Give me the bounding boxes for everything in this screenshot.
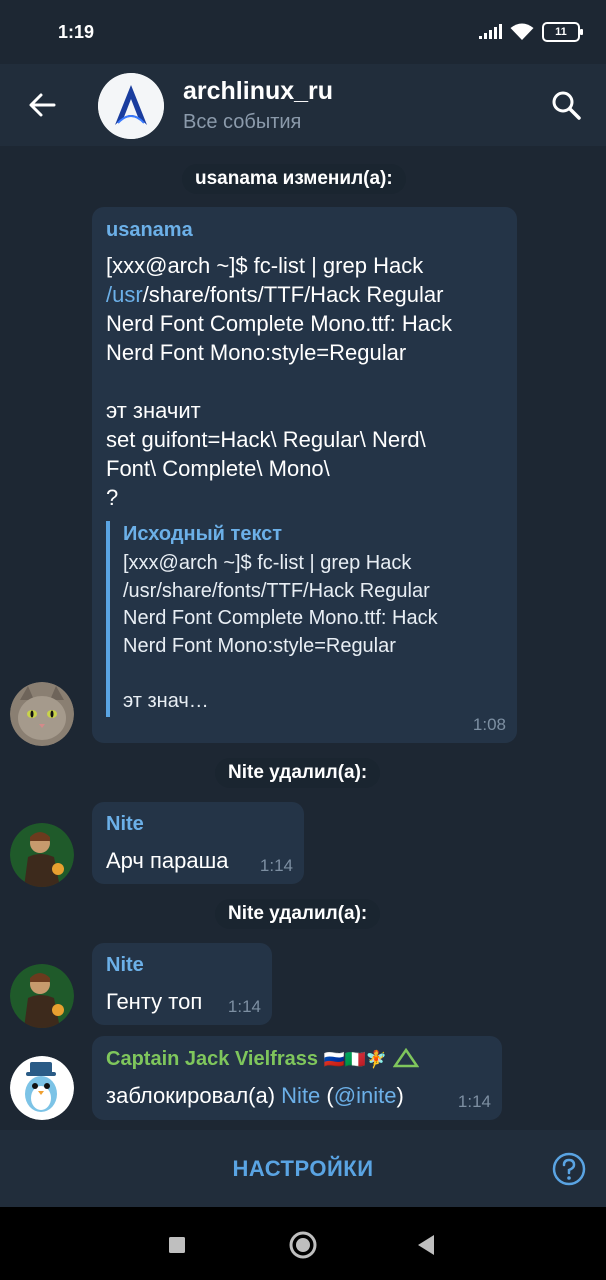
- wifi-icon: [510, 23, 534, 40]
- target-handle-link[interactable]: @inite: [334, 1083, 397, 1108]
- avatar-nite[interactable]: [10, 964, 74, 1028]
- message-bubble[interactable]: usanama [xxx@arch ~]$ fc-list | grep Hac…: [92, 207, 517, 743]
- message-bubble[interactable]: Nite Арч параша 1:14: [92, 802, 304, 884]
- signal-icon: [479, 24, 502, 39]
- message-line: [xxx@arch ~]$ fc-list | grep Hack: [106, 253, 424, 278]
- help-icon[interactable]: [552, 1152, 586, 1186]
- message-time: 1:14: [227, 997, 261, 1016]
- recents-icon[interactable]: [159, 1227, 195, 1263]
- message-line: Nerd Font Complete Mono.ttf: Hack: [106, 311, 453, 336]
- path-rest: /share/fonts/TTF/Hack Regular: [142, 282, 444, 307]
- penguin-avatar-icon: [10, 1056, 74, 1120]
- chat-avatar[interactable]: [98, 73, 164, 139]
- message-sender[interactable]: Nite: [106, 813, 144, 836]
- service-message: usanama изменил(а):: [182, 164, 406, 194]
- battery-icon: 11: [542, 22, 583, 42]
- bottom-bar: НАСТРОЙКИ: [0, 1130, 606, 1207]
- message-line: Nerd Font Mono:style=Regular: [106, 340, 407, 365]
- settings-button[interactable]: НАСТРОЙКИ: [0, 1130, 606, 1207]
- service-message: Nite удалил(а):: [215, 758, 381, 788]
- chat-title[interactable]: archlinux_ru: [183, 77, 333, 106]
- avatar-nite[interactable]: [10, 823, 74, 887]
- quote-title: Исходный текст: [123, 523, 283, 545]
- search-icon[interactable]: [550, 89, 582, 121]
- message-time: 1:08: [472, 715, 506, 734]
- sender-flags: 🇷🇺🇮🇹🧚: [323, 1050, 388, 1069]
- status-time: 1:19: [58, 22, 95, 42]
- quote-text: [xxx@arch ~]$ fc-list | grep Hack /usr/s…: [123, 552, 438, 712]
- sender-name: Captain Jack Vielfrass: [106, 1048, 318, 1070]
- message-bubble[interactable]: Captain Jack Vielfrass 🇷🇺🇮🇹🧚 заблокирова…: [92, 1036, 502, 1120]
- status-bar: 1:19 11: [0, 0, 606, 64]
- service-message: Nite удалил(а):: [215, 899, 381, 929]
- message-line: /usr/share/fonts/TTF/Hack Regular: [106, 280, 443, 309]
- message-bubble[interactable]: Nite Генту топ 1:14: [92, 943, 272, 1025]
- original-text-quote[interactable]: Исходный текст [xxx@arch ~]$ fc-list | g…: [106, 521, 500, 717]
- home-icon[interactable]: [285, 1227, 321, 1263]
- message-line: set guifont=Hack\ Regular\ Nerd\: [106, 427, 426, 452]
- message-time: 1:14: [259, 856, 293, 875]
- message-line: Font\ Complete\ Mono\: [106, 456, 330, 481]
- message-list[interactable]: usanama изменил(а): usanama [xxx@arch ~]…: [0, 146, 606, 1130]
- navigation-bar: [0, 1207, 606, 1280]
- cat-avatar-icon: [10, 682, 74, 746]
- action-text: заблокировал(а) Nite (@inite): [106, 1081, 404, 1110]
- message-sender[interactable]: Captain Jack Vielfrass 🇷🇺🇮🇹🧚: [106, 1047, 420, 1071]
- message-line: эт значит: [106, 398, 201, 423]
- paren-close: ): [396, 1083, 404, 1108]
- path-link[interactable]: /usr: [106, 282, 143, 307]
- nite-avatar-icon: [10, 964, 74, 1028]
- avatar-captain-jack[interactable]: [10, 1056, 74, 1120]
- back-arrow-icon[interactable]: [26, 89, 58, 121]
- nite-avatar-icon: [10, 823, 74, 887]
- status-icons: 11: [478, 22, 583, 42]
- message-sender[interactable]: usanama: [106, 219, 193, 242]
- chat-header: archlinux_ru Все события: [0, 64, 606, 146]
- message-text: Арч параша: [106, 848, 229, 873]
- target-user-link[interactable]: Nite: [281, 1083, 320, 1108]
- chat-subtitle: Все события: [183, 111, 302, 133]
- paren-open: (: [326, 1083, 334, 1108]
- back-nav-icon[interactable]: [408, 1227, 444, 1263]
- action-verb: заблокировал(а): [106, 1083, 276, 1108]
- avatar-usanama[interactable]: [10, 682, 74, 746]
- arch-logo-icon: [98, 73, 164, 139]
- message-sender[interactable]: Nite: [106, 954, 144, 977]
- message-text: Генту топ: [106, 989, 203, 1014]
- triangle-icon: [392, 1047, 420, 1068]
- message-line: ?: [106, 485, 119, 510]
- message-time: 1:14: [457, 1092, 491, 1111]
